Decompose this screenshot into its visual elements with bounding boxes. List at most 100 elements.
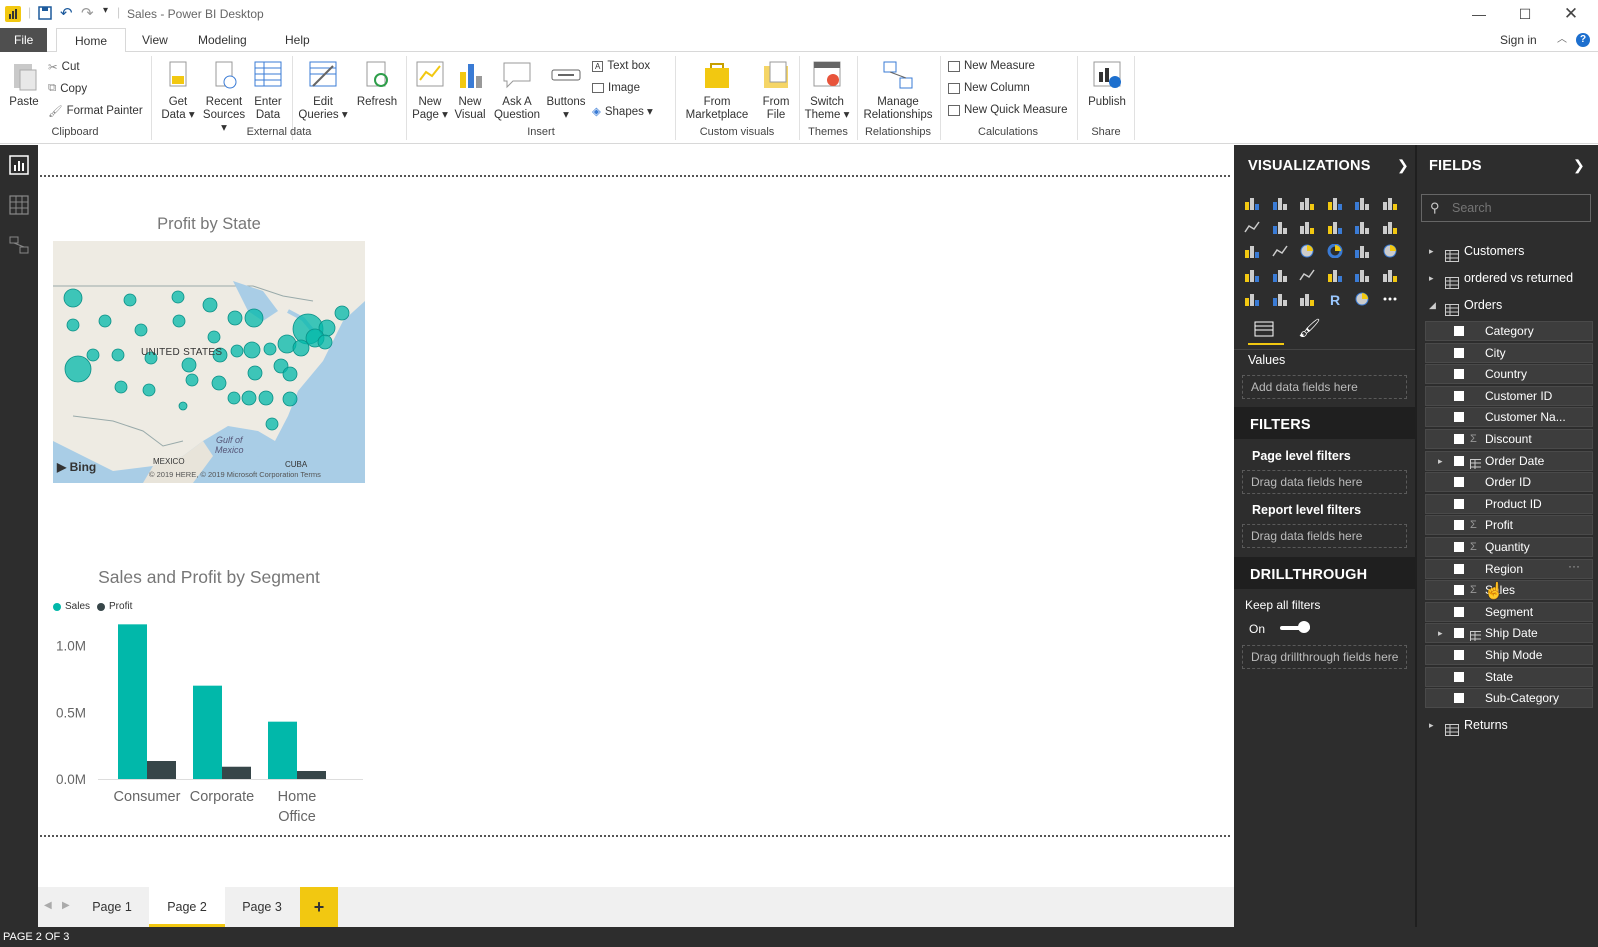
line-visual-icon[interactable] [1244, 220, 1260, 234]
100-column-visual-icon[interactable] [1382, 196, 1398, 210]
field-category[interactable]: Category [1425, 321, 1593, 341]
field-checkbox[interactable] [1454, 650, 1464, 660]
paste-button[interactable]: Paste [6, 56, 42, 109]
minimize-button[interactable]: — [1456, 0, 1502, 28]
sign-in-link[interactable]: Sign in [1488, 28, 1549, 52]
field-checkbox[interactable] [1454, 369, 1464, 380]
page-tab-1[interactable]: Page 1 [78, 887, 146, 927]
get-data-button[interactable]: Get Data ▾ [158, 56, 198, 122]
scroll-left-icon[interactable]: ◀ [44, 900, 52, 911]
map-bubble[interactable] [244, 308, 264, 328]
page-tab-2[interactable]: Page 2 [149, 887, 225, 927]
map-bubble[interactable] [66, 318, 80, 332]
map-bubble[interactable] [134, 323, 148, 337]
maximize-button[interactable]: ☐ [1502, 0, 1548, 28]
field-checkbox[interactable] [1454, 347, 1464, 358]
tab-file[interactable]: File [0, 28, 48, 52]
save-icon[interactable] [38, 6, 52, 23]
map-bubble[interactable] [241, 390, 257, 406]
map-bubble[interactable] [227, 310, 243, 326]
map-bubble[interactable] [142, 383, 156, 397]
close-button[interactable]: ✕ [1548, 0, 1594, 28]
map-bubble[interactable] [230, 344, 244, 358]
undo-icon[interactable]: ↶ [60, 4, 73, 22]
manage-relationships-button[interactable]: Manage Relationships [860, 56, 936, 122]
collapsed-arrow-icon[interactable]: ▸ [1429, 265, 1434, 291]
field-region[interactable]: Region ··· [1425, 558, 1593, 579]
from-file-button[interactable]: From File [756, 56, 796, 122]
field-quantity[interactable]: Σ Quantity [1425, 537, 1593, 557]
report-filters-drop-zone[interactable]: Drag data fields here [1242, 524, 1407, 548]
map-bubble[interactable] [123, 293, 137, 307]
tab-help[interactable]: Help [273, 28, 322, 52]
ribbon-visual-icon[interactable] [1382, 220, 1398, 234]
stacked-bar-visual-icon[interactable] [1244, 196, 1260, 210]
map-bubble[interactable] [111, 348, 125, 362]
map-bubble[interactable] [171, 290, 185, 304]
collapsed-arrow-icon[interactable]: ▸ [1429, 712, 1434, 738]
bar-sales-corporate[interactable] [193, 685, 222, 779]
clustered-bar-visual-icon[interactable] [1299, 196, 1315, 210]
copy-button[interactable]: ⧉ Copy [48, 82, 87, 95]
map-bubble[interactable] [86, 348, 100, 362]
toggle-knob[interactable] [1298, 621, 1310, 633]
funnel-visual-icon[interactable] [1272, 268, 1288, 282]
map-visual[interactable]: UNITED STATES Gulf of Mexico MEXICO CUBA … [53, 241, 365, 483]
field-checkbox[interactable] [1454, 693, 1464, 704]
format-paint-roller-icon[interactable]: 🖌 [1298, 318, 1321, 339]
values-drop-zone[interactable]: Add data fields here [1242, 375, 1407, 399]
field-checkbox[interactable] [1454, 477, 1464, 488]
field-checkbox[interactable] [1454, 563, 1464, 574]
field-customer-na[interactable]: Customer Na... [1425, 407, 1593, 428]
format-painter-button[interactable]: 🖌 Format Painter [48, 104, 143, 118]
arcgis-map-visual-icon[interactable] [1354, 292, 1370, 306]
field-checkbox[interactable] [1454, 585, 1464, 596]
expanded-arrow-icon[interactable]: ◢ [1429, 292, 1436, 318]
field-product-id[interactable]: Product ID [1425, 493, 1593, 514]
clustered-column-visual-icon[interactable] [1327, 196, 1343, 210]
map-bubble[interactable] [211, 375, 227, 391]
scatter-visual-icon[interactable] [1271, 244, 1288, 258]
field-sub-category[interactable]: Sub-Category [1425, 688, 1593, 709]
map-bubble[interactable] [243, 341, 261, 359]
bar-sales-consumer[interactable] [118, 624, 147, 779]
field-checkbox[interactable] [1454, 326, 1464, 336]
field-order-id[interactable]: Order ID [1425, 472, 1593, 493]
report-canvas[interactable]: Profit by State UNITED STATES Gulf of Mex… [38, 145, 1234, 887]
map-bubble[interactable] [181, 357, 197, 373]
field-state[interactable]: State [1425, 666, 1593, 687]
map-bubble[interactable] [63, 288, 83, 308]
collapse-ribbon-icon[interactable]: ︿ [1545, 28, 1579, 52]
table-visual-icon[interactable] [1272, 292, 1288, 306]
stacked-area-visual-icon[interactable] [1299, 220, 1315, 234]
bar-sales-home-office[interactable] [268, 721, 297, 779]
field-checkbox[interactable] [1454, 390, 1464, 401]
more-visual-icon[interactable] [1382, 292, 1398, 306]
map-bubble[interactable] [98, 314, 112, 328]
table-orders[interactable]: ◢ Orders [1417, 292, 1597, 318]
field-sales[interactable]: Σ Sales [1425, 580, 1593, 601]
map-bubble[interactable] [202, 297, 218, 313]
field-checkbox[interactable] [1454, 412, 1464, 423]
map-bubble[interactable] [282, 391, 298, 407]
model-view-icon[interactable] [9, 235, 29, 258]
field-discount[interactable]: Σ Discount [1425, 429, 1593, 449]
switch-theme-button[interactable]: Switch Theme ▾ [803, 56, 851, 122]
shapes-button[interactable]: ◈ Shapes ▾ [592, 104, 653, 118]
map-bubble[interactable] [64, 355, 92, 383]
field-checkbox[interactable] [1454, 455, 1464, 466]
map-bubble[interactable] [317, 334, 333, 350]
refresh-button[interactable]: Refresh [354, 56, 400, 109]
kpi-visual-icon[interactable] [1382, 268, 1398, 282]
bar-chart[interactable]: 1.0M 0.5M 0.0M Consumer Corporate Home Office [38, 615, 378, 845]
field-checkbox[interactable] [1454, 434, 1464, 444]
cut-button[interactable]: ✂ Cut [48, 60, 80, 74]
map-visual-icon[interactable] [1382, 244, 1398, 258]
map-bubble[interactable] [172, 314, 186, 328]
fields-search-input[interactable] [1452, 199, 1582, 217]
bar-profit-home-office[interactable] [297, 771, 326, 779]
gauge-visual-icon[interactable] [1299, 268, 1315, 282]
field-profit[interactable]: Σ Profit [1425, 515, 1593, 536]
map-bubble[interactable] [258, 390, 274, 406]
quick-access-dropdown-icon[interactable]: ▾ [103, 5, 108, 16]
